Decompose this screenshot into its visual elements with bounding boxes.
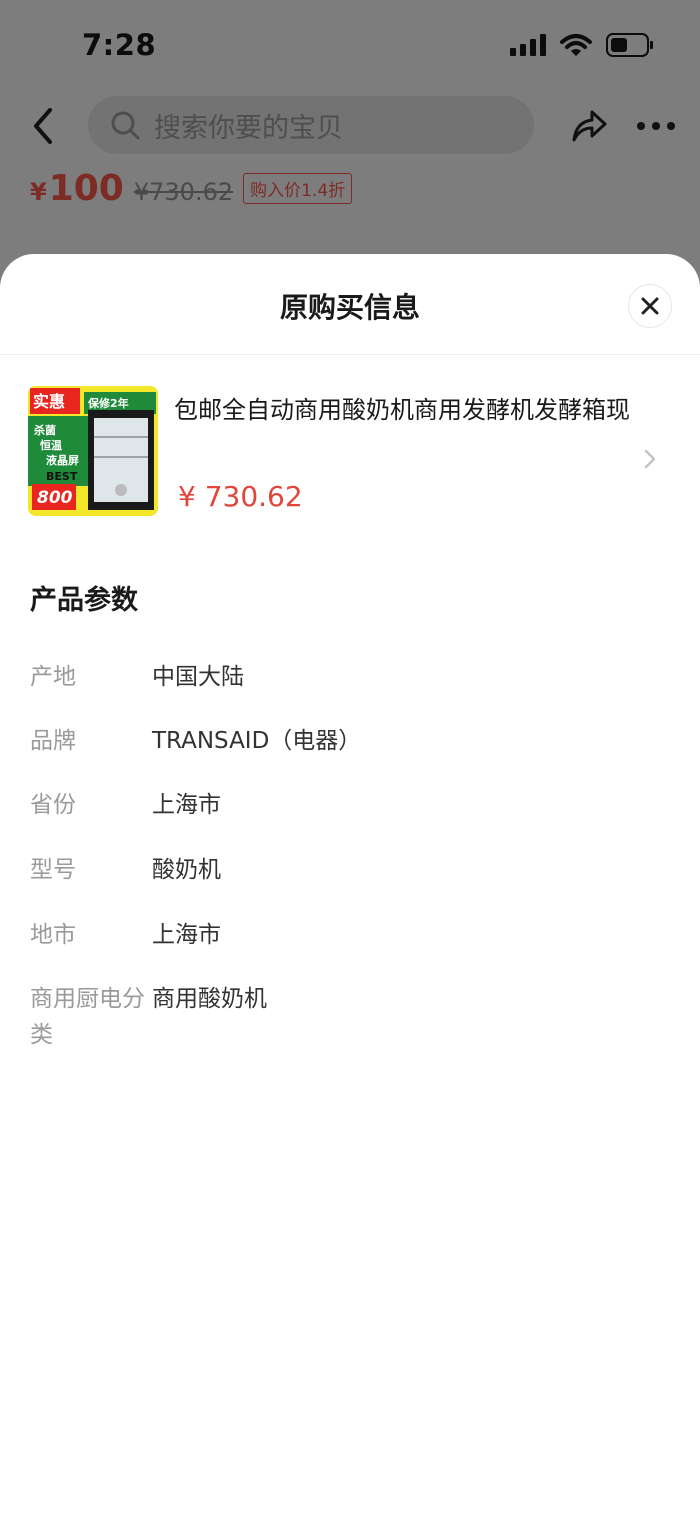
status-time: 7:28 (82, 28, 157, 62)
share-icon[interactable] (570, 106, 608, 144)
signal-icon (510, 34, 546, 56)
param-key: 产地 (30, 664, 76, 690)
param-key: 省份 (30, 792, 76, 818)
param-row: 型号 酸奶机 (30, 852, 670, 888)
param-key: 地市 (30, 922, 76, 948)
wifi-icon (560, 34, 592, 56)
param-value: 中国大陆 (152, 664, 244, 690)
status-bar: 7:28 (0, 0, 700, 90)
close-icon (641, 297, 659, 315)
search-placeholder: 搜索你要的宝贝 (154, 112, 343, 144)
close-button[interactable] (628, 284, 672, 328)
product-image: 实惠 保修2年 杀菌 恒温 液晶屏 BEST 800 (28, 386, 158, 516)
chevron-right-icon[interactable] (642, 448, 658, 470)
param-row: 品牌 TRANSAID（电器） (30, 723, 670, 759)
param-key: 型号 (30, 857, 76, 883)
thumb-best: BEST (46, 470, 78, 483)
param-value: TRANSAID（电器） (152, 728, 362, 754)
thumb-feature-1: 杀菌 (34, 424, 56, 437)
thumb-feature-2: 恒温 (40, 439, 62, 452)
thumb-price: 800 (37, 488, 73, 508)
sheet-title: 原购买信息 (279, 291, 420, 324)
param-row: 商用厨电分类 商用酸奶机 (30, 981, 670, 1053)
original-price: ¥730.62 (133, 178, 234, 206)
param-row: 产地 中国大陆 (30, 659, 670, 695)
params-section-title: 产品参数 (30, 585, 138, 616)
param-value: 上海市 (152, 792, 221, 818)
product-title[interactable]: 包邮全自动商用酸奶机商用发酵机发酵箱现 (174, 390, 664, 425)
status-icons (510, 33, 654, 57)
sheet-header: 原购买信息 (0, 254, 700, 355)
search-icon (111, 111, 140, 140)
param-row: 地市 上海市 (30, 917, 670, 953)
battery-icon (606, 33, 653, 57)
back-icon[interactable] (28, 106, 62, 146)
thumb-badge-left: 实惠 (33, 392, 66, 411)
param-key: 商用厨电分类 (30, 986, 145, 1048)
param-key: 品牌 (30, 728, 76, 754)
param-value: 酸奶机 (152, 857, 221, 883)
param-value: 商用酸奶机 (152, 986, 267, 1012)
price-row: ¥100 ¥730.62 购入价1.4折 (30, 168, 353, 209)
more-icon[interactable] (636, 114, 676, 138)
product-price: ¥ 730.62 (178, 480, 303, 513)
thumb-feature-3: 液晶屏 (46, 454, 79, 467)
search-input[interactable]: 搜索你要的宝贝 (88, 96, 534, 154)
current-price: ¥100 (30, 168, 124, 209)
param-value: 上海市 (152, 922, 221, 948)
param-row: 省份 上海市 (30, 787, 670, 823)
discount-badge: 购入价1.4折 (243, 173, 353, 204)
thumb-badge-right: 保修2年 (88, 397, 129, 410)
